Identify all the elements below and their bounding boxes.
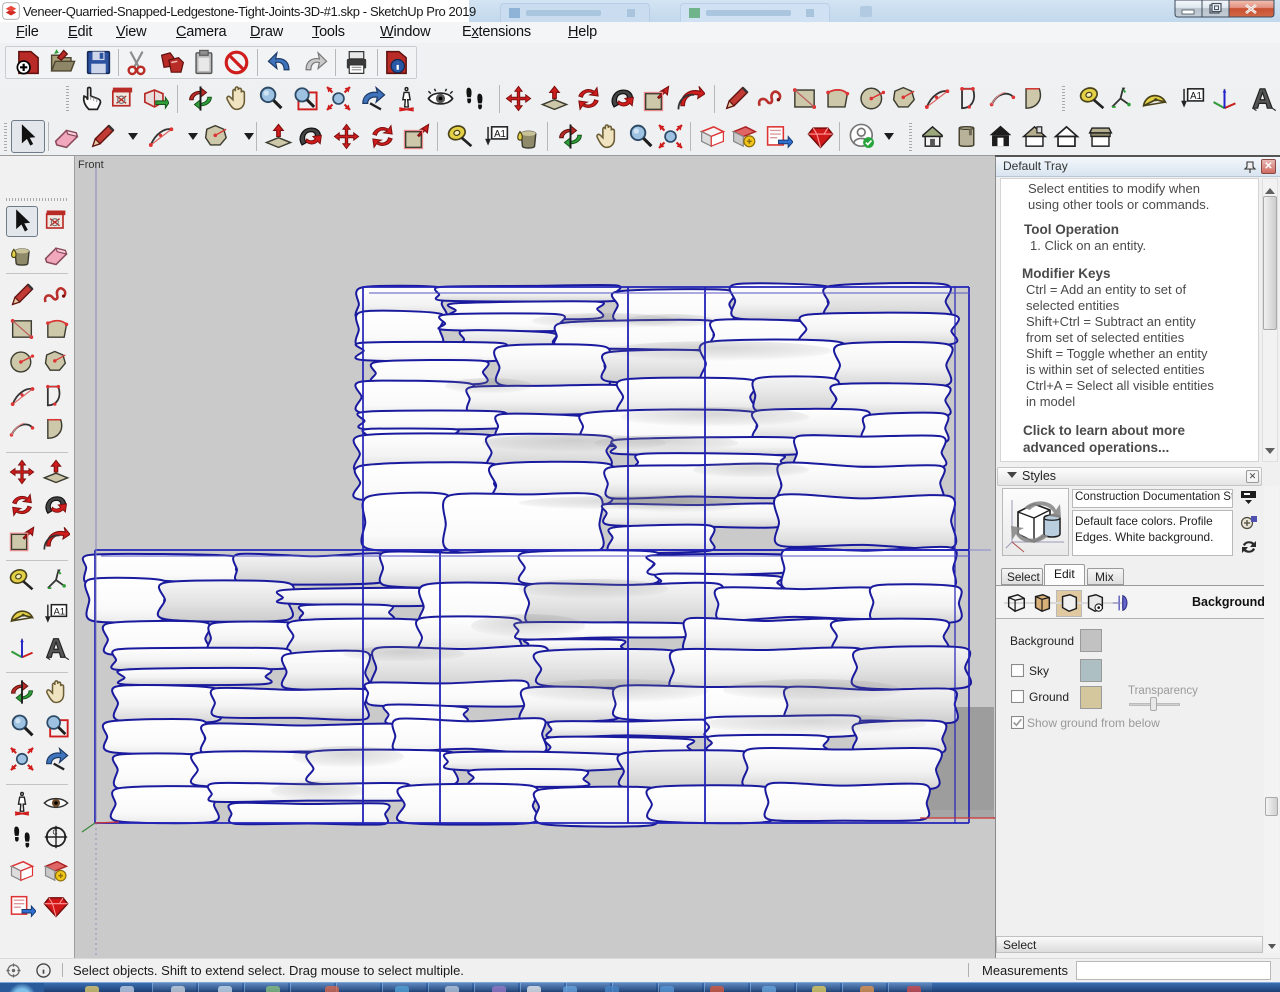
svg-text:A1: A1 (1190, 91, 1202, 102)
svg-text:C: C (53, 830, 58, 837)
svg-text:A1: A1 (494, 129, 506, 140)
svg-text:Front: Front (78, 159, 104, 171)
svg-text:A1: A1 (54, 607, 65, 617)
